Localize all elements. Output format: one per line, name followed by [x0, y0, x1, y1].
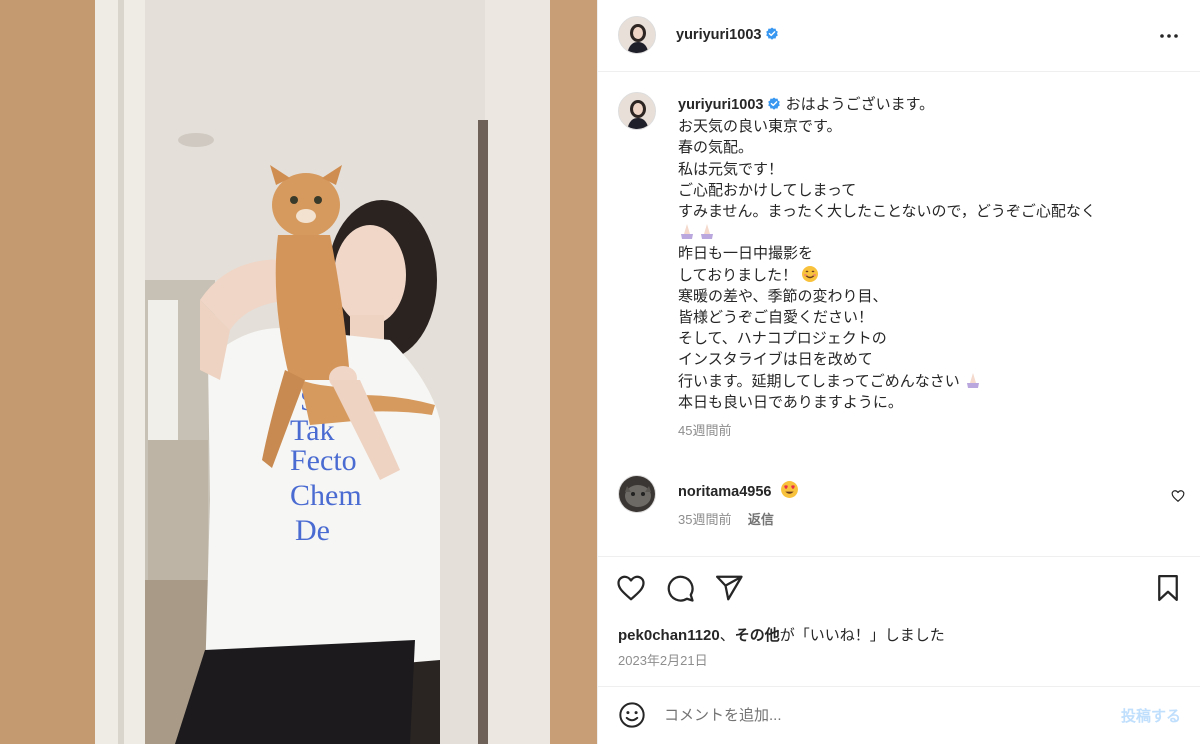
more-horizontal-icon[interactable]	[1157, 24, 1181, 48]
reply-button[interactable]: 返信	[748, 512, 774, 527]
smiling-face-icon	[802, 265, 819, 282]
post-comment-button[interactable]: 投稿する	[1121, 705, 1181, 726]
caption-line: そして、ハナコプロジェクトの	[678, 330, 887, 348]
commenter-avatar[interactable]	[618, 475, 656, 513]
post-actions: pek0chan1120、その他が「いいね！」しました 2023年2月21日	[598, 556, 1200, 674]
post-image: Sc Tak Fecto Chem De	[0, 0, 597, 744]
verified-badge-icon	[766, 27, 779, 40]
avatar-image	[619, 17, 655, 53]
verified-badge-icon	[768, 97, 781, 110]
author-username[interactable]: yuriyuri1003	[676, 27, 761, 43]
caption-line: 寒暖の差や、季節の変わり目、	[678, 287, 888, 305]
caption-line: すみません。まったく大したことないので，どうぞご心配なく	[678, 203, 1096, 221]
caption-line: 私は元気です！	[678, 160, 784, 178]
post-caption: yuriyuri1003 おはようございます。 お天気の良い東京です。 春の気配…	[678, 94, 1178, 441]
praying-hands-icon	[966, 372, 979, 388]
comment-item: noritama4956 35週間前 返信	[598, 475, 1200, 555]
comments-section: yuriyuri1003 おはようございます。 お天気の良い東京です。 春の気配…	[598, 72, 1200, 556]
caption-timestamp[interactable]: 45週間前	[678, 420, 1178, 441]
caption-line: ご心配おかけしてしまって	[678, 181, 857, 199]
post-header: yuriyuri1003	[598, 0, 1200, 72]
caption-line: インスタライブは日を改めて	[678, 351, 873, 369]
bookmark-icon[interactable]	[1153, 573, 1183, 603]
caption-author-username[interactable]: yuriyuri1003	[678, 97, 763, 113]
caption-line: お天気の良い東京です。	[678, 118, 842, 136]
comment-like-heart-icon[interactable]	[1171, 489, 1185, 503]
post-date[interactable]: 2023年2月21日	[618, 650, 708, 669]
praying-hands-emoji-line	[678, 222, 1178, 243]
share-icon[interactable]	[714, 573, 744, 603]
caption-line: 行います。延期してしまってごめんなさい	[678, 372, 960, 390]
likes-separator: 、	[719, 627, 735, 644]
caption-author-avatar[interactable]	[618, 92, 656, 130]
likes-suffix: が「いいね！」しました	[779, 627, 945, 644]
caption-line: 昨日も一日中撮影を	[678, 245, 814, 263]
caption-line: 本日も良い日でありますように。	[678, 393, 903, 411]
likes-summary: pek0chan1120、その他が「いいね！」しました	[618, 624, 945, 645]
caption-line: 春の気配。	[678, 139, 754, 157]
avatar-image	[619, 476, 655, 512]
svg-text:De: De	[295, 514, 330, 547]
comment-timestamp[interactable]: 35週間前	[678, 512, 731, 527]
caption-line: 皆様どうぞご自愛ください！	[678, 309, 874, 327]
praying-hands-icon	[681, 224, 713, 240]
emoji-picker-icon[interactable]	[618, 701, 646, 729]
caption-line: しておりました！	[678, 266, 798, 284]
heart-icon[interactable]	[616, 573, 646, 603]
svg-text:Fecto: Fecto	[290, 444, 357, 477]
commenter-username[interactable]: noritama4956	[678, 484, 772, 500]
post-detail-panel: yuriyuri1003 yuriyuri1003 おはようございます。 お天気…	[597, 0, 1200, 744]
add-comment-bar: 投稿する	[598, 686, 1200, 744]
comment-icon[interactable]	[665, 573, 695, 603]
likes-others-link[interactable]: その他	[735, 627, 780, 644]
svg-text:Chem: Chem	[290, 479, 362, 512]
caption-line: おはようございます。	[785, 96, 935, 113]
liked-by-username[interactable]: pek0chan1120	[618, 627, 720, 644]
author-avatar[interactable]	[618, 16, 656, 54]
avatar-image	[619, 93, 655, 129]
comment-input[interactable]	[664, 701, 1104, 729]
post-photo[interactable]: Sc Tak Fecto Chem De	[0, 0, 597, 744]
heart-eyes-emoji-icon	[780, 481, 798, 498]
